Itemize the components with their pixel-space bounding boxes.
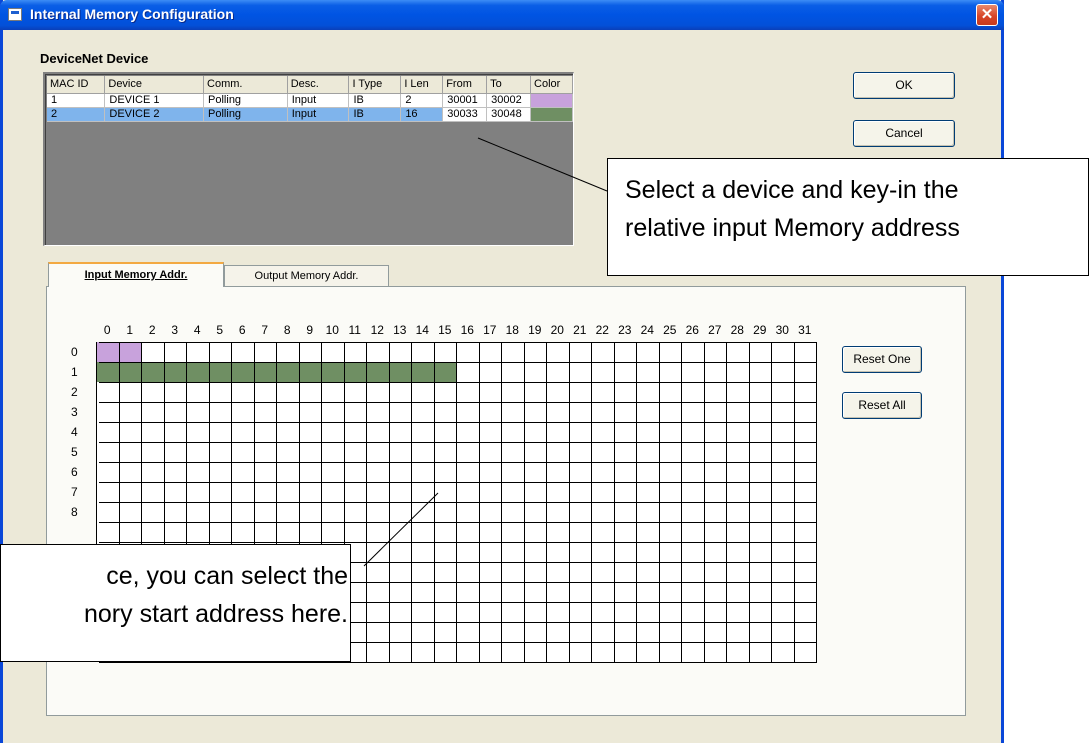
cell-i-type: IB [348, 107, 402, 122]
column-number: 28 [730, 323, 744, 337]
device-list[interactable]: MAC ID Device Comm. Desc. I Type I Len F… [43, 72, 574, 246]
column-number: 29 [753, 323, 767, 337]
col-header-device[interactable]: Device [104, 76, 205, 94]
cell-comm: Polling [203, 107, 288, 122]
row-number: 7 [71, 485, 78, 499]
column-number: 12 [370, 323, 384, 337]
column-number: 5 [216, 323, 224, 337]
column-number: 27 [708, 323, 722, 337]
close-button[interactable]: ✕ [976, 4, 998, 26]
tab-input-label: Input Memory Addr. [84, 269, 188, 281]
col-header-to[interactable]: To [486, 76, 532, 94]
window-title: Internal Memory Configuration [30, 6, 234, 22]
device-table: MAC ID Device Comm. Desc. I Type I Len F… [47, 76, 573, 122]
cell-i-len: 16 [400, 107, 444, 122]
cell-comm: Polling [203, 93, 288, 108]
column-number: 2 [148, 323, 156, 337]
col-header-mac-id[interactable]: MAC ID [47, 76, 106, 94]
table-header-row: MAC ID Device Comm. Desc. I Type I Len F… [47, 76, 573, 94]
column-number: 30 [775, 323, 789, 337]
cell-from-input[interactable]: 30033 [442, 107, 488, 122]
devicenet-device-label: DeviceNet Device [40, 51, 149, 66]
cell-desc: Input [287, 93, 350, 108]
col-header-desc[interactable]: Desc. [287, 76, 350, 94]
column-number: 25 [663, 323, 677, 337]
column-number: 20 [550, 323, 564, 337]
cell-mac-id: 2 [47, 107, 106, 122]
cell-color-swatch [530, 107, 573, 122]
row-number: 2 [71, 385, 78, 399]
allocated-memory-block[interactable] [96, 342, 141, 362]
column-number: 23 [618, 323, 632, 337]
column-number: 31 [798, 323, 812, 337]
title-bar[interactable]: Internal Memory Configuration ✕ [0, 0, 1004, 30]
ok-button[interactable]: OK [853, 72, 955, 99]
column-number: 14 [415, 323, 429, 337]
table-row-selected[interactable]: 2 DEVICE 2 Polling Input IB 16 30033 300… [47, 107, 573, 122]
table-row[interactable]: 1 DEVICE 1 Polling Input IB 2 30001 3000… [47, 93, 573, 108]
tab-output-memory-addr[interactable]: Output Memory Addr. [224, 265, 389, 286]
column-number: 9 [306, 323, 314, 337]
column-number: 22 [595, 323, 609, 337]
row-number: 6 [71, 465, 78, 479]
reset-one-button[interactable]: Reset One [842, 346, 922, 373]
tab-input-memory-addr[interactable]: Input Memory Addr. [48, 262, 224, 287]
column-number: 26 [685, 323, 699, 337]
reset-all-button[interactable]: Reset All [842, 392, 922, 419]
cell-i-len: 2 [400, 93, 444, 108]
column-number: 4 [193, 323, 201, 337]
col-header-from[interactable]: From [442, 76, 488, 94]
col-header-comm[interactable]: Comm. [203, 76, 288, 94]
row-number: 5 [71, 445, 78, 459]
cell-from[interactable]: 30001 [442, 93, 488, 108]
column-number: 7 [261, 323, 269, 337]
window-icon [8, 8, 22, 21]
column-number: 8 [283, 323, 291, 337]
cell-i-type: IB [348, 93, 402, 108]
column-number: 18 [505, 323, 519, 337]
column-number: 1 [126, 323, 134, 337]
callout-select-start-address: ce, you can select the nory start addres… [0, 544, 351, 662]
row-number: 8 [71, 505, 78, 519]
row-number: 3 [71, 405, 78, 419]
column-number: 0 [103, 323, 111, 337]
column-numbers: 0 1 2 3 4 5 6 7 8 9 10 11 12 13 14 15 16 17 18 19 20 21 22 23 24… [96, 323, 816, 339]
column-number: 19 [528, 323, 542, 337]
column-number: 11 [348, 323, 361, 337]
cell-mac-id: 1 [47, 93, 106, 108]
callout-bottom-line-1: ce, you can select the [106, 562, 348, 590]
cell-to-input[interactable]: 30048 [486, 107, 532, 122]
column-number: 17 [483, 323, 497, 337]
column-number: 15 [438, 323, 452, 337]
cell-desc: Input [287, 107, 350, 122]
row-number: 1 [71, 365, 78, 379]
cell-device: DEVICE 2 [104, 107, 205, 122]
column-number: 13 [393, 323, 407, 337]
column-number: 6 [238, 323, 246, 337]
callout-select-device: Select a device and key-in the relative … [607, 158, 1089, 276]
column-number: 16 [460, 323, 474, 337]
cell-to[interactable]: 30002 [486, 93, 532, 108]
callout-top-line-2: relative input Memory address [625, 214, 960, 242]
row-number: 0 [71, 345, 78, 359]
column-number: 3 [171, 323, 179, 337]
col-header-color[interactable]: Color [530, 76, 573, 94]
column-number: 24 [640, 323, 654, 337]
column-number: 10 [325, 323, 339, 337]
callout-top-line-1: Select a device and key-in the [625, 176, 959, 204]
row-number: 4 [71, 425, 78, 439]
callout-bottom-line-2: nory start address here. [83, 600, 348, 628]
column-number: 21 [573, 323, 587, 337]
cell-color-swatch [530, 93, 573, 108]
cell-device: DEVICE 1 [104, 93, 205, 108]
col-header-i-type[interactable]: I Type [348, 76, 402, 94]
cancel-button[interactable]: Cancel [853, 120, 955, 147]
col-header-i-len[interactable]: I Len [400, 76, 444, 94]
